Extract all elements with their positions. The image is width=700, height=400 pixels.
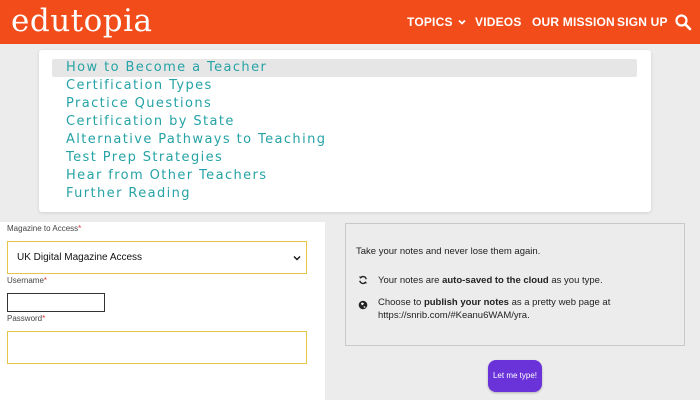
required-mark: * [43,276,48,285]
menu-item-hear-from-other-teachers[interactable]: Hear from Other Teachers [52,167,637,185]
required-mark: * [42,314,46,323]
chevron-down-icon [293,256,301,261]
nav-topics-label: TOPICS [407,15,453,29]
search-icon[interactable] [674,13,692,31]
username-field[interactable] [7,293,105,312]
feature-publish: Choose to publish your notes as a pretty… [378,296,678,322]
notes-title: Take your notes and never lose them agai… [356,246,541,257]
menu-item-practice-questions[interactable]: Practice Questions [52,95,637,113]
sync-icon [359,275,367,285]
menu-item-test-prep-strategies[interactable]: Test Prep Strategies [52,149,637,167]
required-mark: * [78,224,82,233]
password-field[interactable] [7,331,307,364]
password-label: Password* [7,314,45,323]
feature-autosave-bold: auto-saved to the cloud [442,275,549,286]
menu-item-further-reading[interactable]: Further Reading [52,185,637,203]
feature-autosave: Your notes are auto-saved to the cloud a… [378,274,678,287]
feature-autosave-tail: as you type. [548,275,603,286]
magazine-label-text: Magazine to Access [7,224,79,233]
globe-icon [358,300,368,310]
feature-autosave-text: Your notes are [378,275,443,286]
page: edutopia TOPICS VIDEOS OUR MISSION SIGN … [0,0,700,400]
nav-our-mission[interactable]: OUR MISSION [532,0,615,44]
nav-topics[interactable]: TOPICS [407,0,467,44]
magazine-select[interactable]: UK Digital Magazine Access [7,241,307,274]
menu-item-certification-by-state[interactable]: Certification by State [52,113,637,131]
password-label-text: Password [7,314,43,323]
magazine-label: Magazine to Access* [7,224,81,233]
top-navigation-bar: edutopia TOPICS VIDEOS OUR MISSION SIGN … [0,0,700,44]
nav-sign-up[interactable]: SIGN UP [617,0,668,44]
nav-videos[interactable]: VIDEOS [475,0,522,44]
chevron-down-icon [458,19,466,25]
feature-publish-bold: publish your notes [423,297,509,308]
let-me-type-button[interactable]: Let me type! [488,360,542,392]
username-label-text: Username [7,276,44,285]
username-label: Username* [7,276,47,285]
feature-publish-text: Choose to [378,297,424,308]
menu-item-how-to-become-a-teacher[interactable]: How to Become a Teacher [52,59,637,77]
magazine-select-value: UK Digital Magazine Access [17,252,143,263]
menu-item-alternative-pathways[interactable]: Alternative Pathways to Teaching [52,131,637,149]
site-logo[interactable]: edutopia [11,2,153,40]
menu-item-certification-types[interactable]: Certification Types [52,77,637,95]
